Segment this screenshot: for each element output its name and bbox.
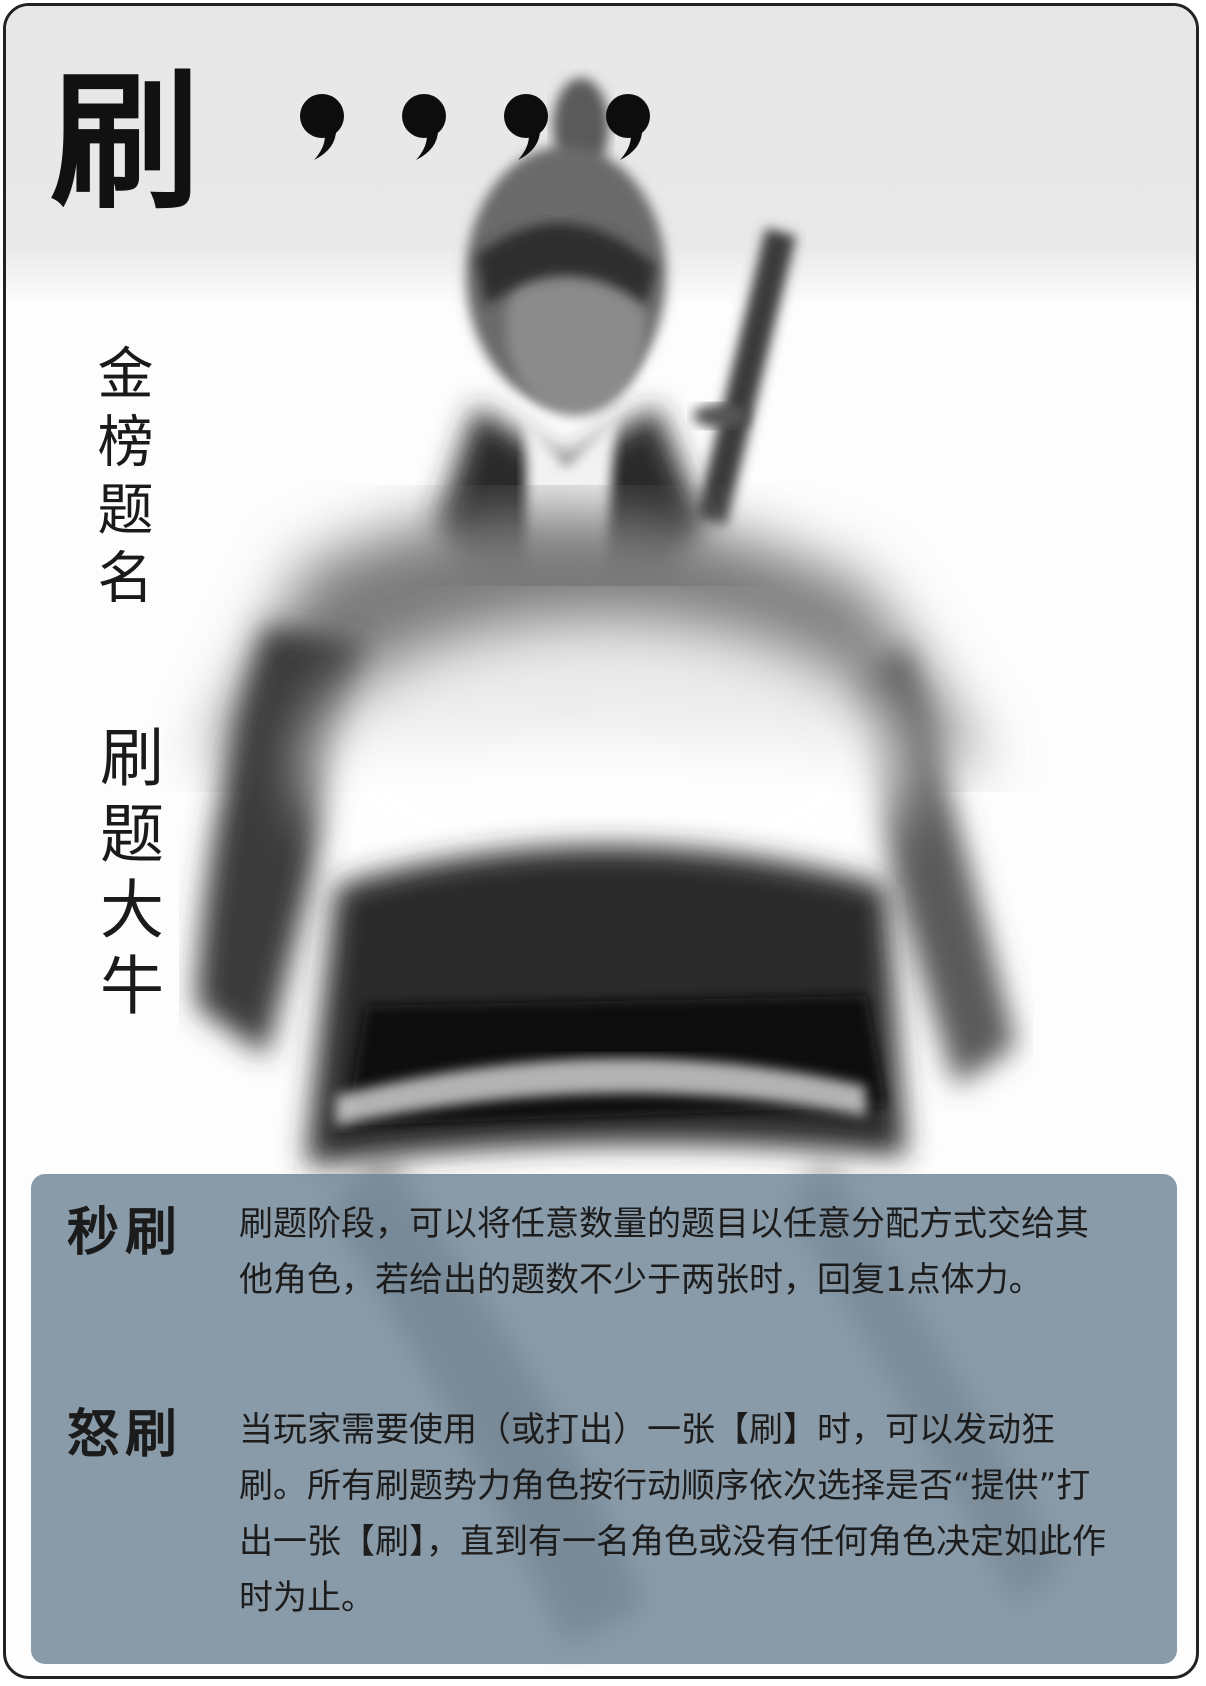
skill-description: 当玩家需要使用（或打出）一张【刷】时，可以发动狂刷。所有刷题势力角色按行动顺序依…: [239, 1410, 1106, 1618]
character-title: 金榜题名: [88, 344, 153, 616]
ink-drop-icon: [504, 94, 548, 160]
skill-name: 怒刷: [67, 1405, 184, 1465]
character-name: 刷题大牛: [89, 724, 163, 1028]
ink-drop-icon: [402, 94, 446, 160]
skill-panel: 秒刷 刷题阶段，可以将任意数量的题目以任意分配方式交给其他角色，若给出的题数不少…: [31, 1174, 1177, 1664]
skill-description: 刷题阶段，可以将任意数量的题目以任意分配方式交给其他角色，若给出的题数不少于两张…: [239, 1204, 1089, 1300]
game-card: 刷 金榜题名 刷题大牛 秒刷 刷题阶段，可以将任意数量的题目以任意分配方式交给其…: [3, 3, 1199, 1679]
health-points: [286, 86, 672, 166]
card-name: 刷: [50, 56, 201, 230]
ink-drop-icon: [606, 94, 650, 160]
skill-name: 秒刷: [67, 1203, 184, 1263]
ink-drop-icon: [300, 94, 344, 160]
